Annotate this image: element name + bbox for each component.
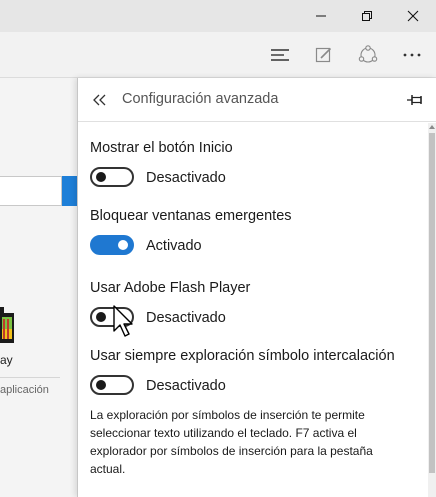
store-app-icon <box>0 307 14 343</box>
panel-title: Configuración avanzada <box>122 91 279 107</box>
background-search-input[interactable] <box>0 176 62 206</box>
restore-icon <box>362 11 372 21</box>
hub-button[interactable] <box>260 38 300 72</box>
web-note-icon <box>315 47 332 63</box>
more-icon <box>403 53 421 57</box>
hub-icon <box>271 49 289 61</box>
toggle-state-home-button: Desactivado <box>146 170 226 186</box>
scroll-up-arrow-icon[interactable] <box>428 123 436 131</box>
toggle-state-flash-player: Desactivado <box>146 310 226 326</box>
double-chevron-left-icon <box>93 94 106 106</box>
setting-label-flash-player: Usar Adobe Flash Player <box>90 280 251 296</box>
close-button[interactable] <box>390 0 436 32</box>
web-note-button[interactable] <box>304 38 344 72</box>
advanced-settings-panel: Configuración avanzada Mostrar el botón … <box>77 78 436 497</box>
background-app-label: ay <box>0 353 13 367</box>
minimize-button[interactable] <box>298 0 344 32</box>
panel-header: Configuración avanzada <box>78 78 436 122</box>
setting-label-block-popups: Bloquear ventanas emergentes <box>90 208 292 224</box>
scrollbar-thumb[interactable] <box>429 133 435 473</box>
background-app-category: aplicación <box>0 384 49 396</box>
toggle-state-block-popups: Activado <box>146 238 202 254</box>
toggle-knob <box>96 172 106 182</box>
toggle-block-popups[interactable] <box>90 235 134 255</box>
restore-button[interactable] <box>344 0 390 32</box>
toggle-knob <box>96 380 106 390</box>
background-page <box>0 78 80 497</box>
share-button[interactable] <box>348 38 388 72</box>
background-divider <box>0 377 60 378</box>
title-bar <box>0 0 436 32</box>
back-button[interactable] <box>88 88 112 112</box>
more-button[interactable] <box>392 38 432 72</box>
toggle-knob <box>96 312 106 322</box>
share-icon <box>358 45 378 63</box>
pin-button[interactable] <box>404 90 426 110</box>
close-icon <box>407 10 419 22</box>
caret-browsing-description: La exploración por símbolos de inserción… <box>90 408 373 476</box>
browser-toolbar <box>0 32 436 78</box>
panel-scrollbar[interactable] <box>428 123 436 497</box>
minimize-icon <box>316 15 326 17</box>
toggle-state-caret-browsing: Desactivado <box>146 378 226 394</box>
toggle-home-button[interactable] <box>90 167 134 187</box>
setting-label-home-button: Mostrar el botón Inicio <box>90 140 233 156</box>
toggle-knob <box>118 240 128 250</box>
pin-icon <box>407 95 422 105</box>
setting-label-caret-browsing: Usar siempre exploración símbolo interca… <box>90 348 395 364</box>
toggle-caret-browsing[interactable] <box>90 375 134 395</box>
mouse-pointer-icon <box>113 305 133 337</box>
